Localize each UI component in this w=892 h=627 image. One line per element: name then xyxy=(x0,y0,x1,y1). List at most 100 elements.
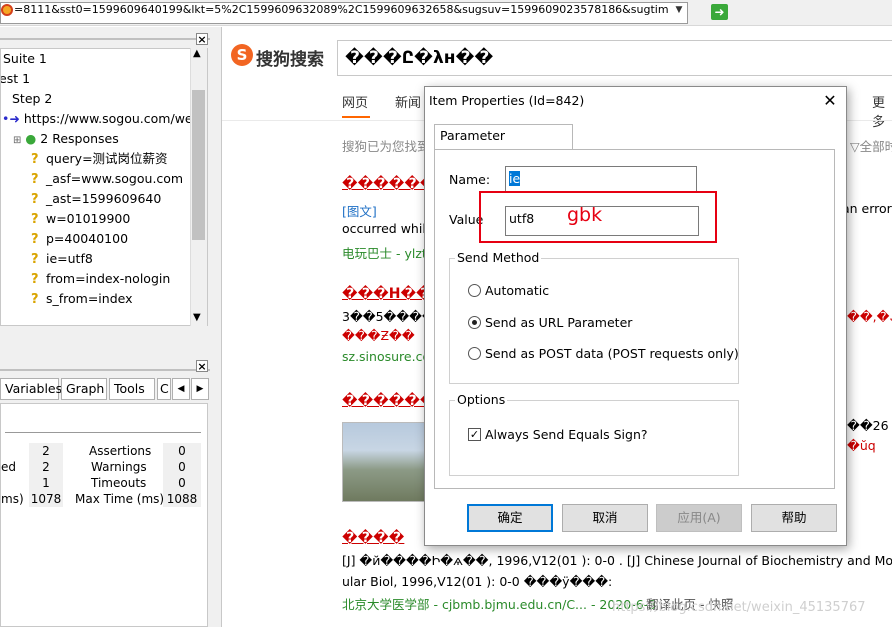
tab-more[interactable]: C xyxy=(157,378,171,400)
name-value: ie xyxy=(509,171,521,186)
question-mark-icon: ? xyxy=(31,172,39,187)
stat-label: Max Time (ms) xyxy=(75,492,165,506)
tab-variables[interactable]: Variables xyxy=(0,378,62,400)
result-source[interactable]: sz.sinosure.co xyxy=(342,349,430,364)
stat-label: Assertions xyxy=(89,444,152,458)
tree-item-responses[interactable]: ⊞ ● 2 Responses xyxy=(13,129,119,149)
result-title[interactable]: ������ xyxy=(342,176,436,192)
chevron-down-icon[interactable]: ▼ xyxy=(671,1,687,19)
tree-item-label: Step 2 xyxy=(12,91,53,106)
result-source[interactable]: 北京大学医学部 - cjbmb.bjmu.edu.cn/C... - 2020-… xyxy=(342,594,656,613)
nav-active-indicator xyxy=(342,116,370,118)
name-label: Name: xyxy=(449,172,491,187)
nav-item-web[interactable]: 网页 xyxy=(342,92,368,111)
ok-button[interactable]: 确定 xyxy=(467,504,553,532)
result-snippet: occurred while xyxy=(342,221,434,236)
tree-item-param[interactable]: ? w=01019900 xyxy=(31,209,130,229)
sogou-logo-text: 搜狗搜索 xyxy=(256,50,324,70)
tree-item-step[interactable]: Step 2 xyxy=(12,89,52,109)
close-icon[interactable]: × xyxy=(196,33,208,45)
result-snippet: 3��5���� xyxy=(342,309,435,324)
panel-grip xyxy=(0,38,210,40)
result-snippet: ��26 xyxy=(847,418,889,433)
stat-label: ed xyxy=(1,460,16,474)
stat-value: 2 xyxy=(29,459,63,475)
tree-item-label: 2 Responses xyxy=(40,131,119,146)
result-tag: [图文] xyxy=(342,204,377,219)
nav-item-more[interactable]: 更多 xyxy=(872,92,892,130)
close-icon[interactable]: ✕ xyxy=(822,91,838,110)
options-title: Options xyxy=(455,392,508,407)
close-icon[interactable]: × xyxy=(196,360,208,372)
filter-icon: ▽ xyxy=(850,139,860,154)
dialog-title: Item Properties (Id=842) xyxy=(429,93,585,108)
question-mark-icon: ? xyxy=(31,272,39,287)
tree-item-param[interactable]: ? _asf=www.sogou.com xyxy=(31,169,183,189)
filter-link[interactable]: ▽全部时 xyxy=(850,136,892,155)
tree-item-param[interactable]: ? p=40040100 xyxy=(31,229,128,249)
apply-button[interactable]: 应用(A) xyxy=(656,504,742,532)
tree-scroll-thumb[interactable] xyxy=(192,90,205,240)
help-button[interactable]: 帮助 xyxy=(751,504,837,532)
radio-label[interactable]: Send as POST data (POST requests only) xyxy=(485,346,739,361)
statistics-panel: 2 Assertions 0 ed 2 Warnings 0 1 Timeout… xyxy=(0,403,208,627)
stat-label: Warnings xyxy=(91,460,147,474)
tree-item-label: from=index-nologin xyxy=(45,271,171,286)
stat-label: Timeouts xyxy=(91,476,147,490)
panel-grip xyxy=(0,369,210,371)
tree-item-label: p=40040100 xyxy=(45,231,129,246)
result-title[interactable]: ���Н�� xyxy=(342,286,432,302)
stat-value: 1088 xyxy=(163,491,201,507)
radio-post-data[interactable] xyxy=(468,347,481,360)
result-snippet: [J] �й����Ի�ѧ��, 1996,V12(01 ): 0-0 . [J… xyxy=(342,553,892,568)
result-thumbnail-image[interactable] xyxy=(342,422,428,502)
tree-item-request[interactable]: •➜ https://www.sogou.com/wel xyxy=(2,109,196,129)
tab-graph[interactable]: Graph xyxy=(61,378,107,400)
radio-url-parameter[interactable] xyxy=(468,316,481,329)
divider xyxy=(5,432,201,433)
name-field[interactable]: ie xyxy=(505,166,697,192)
tree-item-param[interactable]: ? _ast=1599609640 xyxy=(31,189,161,209)
cancel-button[interactable]: 取消 xyxy=(562,504,648,532)
stat-value: 2 xyxy=(29,443,63,459)
tree-item-label: s_from=index xyxy=(45,291,133,306)
tree-item-param[interactable]: ? query=测试岗位薪资 xyxy=(31,149,168,169)
result-snippet: ���Ƶ�� xyxy=(342,328,415,343)
status-dot-icon: ● xyxy=(25,131,37,146)
radio-automatic[interactable] xyxy=(468,284,481,297)
stat-value: 1078 xyxy=(29,491,63,507)
always-send-checkbox[interactable]: ✓ xyxy=(468,428,481,441)
scroll-down-icon[interactable]: ▼ xyxy=(193,312,201,323)
tree-item-test[interactable]: est 1 xyxy=(0,69,31,89)
tab-parameter-properties[interactable]: Parameter Properties xyxy=(434,124,573,165)
tab-tools[interactable]: Tools xyxy=(109,378,155,400)
result-source[interactable]: 电玩巴士 - ylzt xyxy=(342,243,427,262)
filter-label: 全部时 xyxy=(859,139,892,154)
expand-icon[interactable]: ⊞ xyxy=(13,135,21,146)
tree-item-param[interactable]: ? s_from=index xyxy=(31,289,133,309)
question-mark-icon: ? xyxy=(31,152,39,167)
radio-label[interactable]: Send as URL Parameter xyxy=(485,315,632,330)
nav-item-news[interactable]: 新闻 xyxy=(395,92,421,111)
tab-scroll-right-icon[interactable]: ▶ xyxy=(191,378,209,400)
tree-item-label: Suite 1 xyxy=(3,51,47,66)
stat-value: 1 xyxy=(29,475,63,491)
result-snippet: an error xyxy=(842,201,892,216)
tree-item-label: w=01019900 xyxy=(45,211,131,226)
result-snippet: �ŭq xyxy=(847,438,876,453)
radio-label[interactable]: Automatic xyxy=(485,283,549,298)
browser-icon xyxy=(1,4,13,16)
watermark-text: https://blog.csdn.net/weixin_45135767 xyxy=(612,600,866,615)
item-properties-dialog: Item Properties (Id=842) ✕ Parameter Pro… xyxy=(424,86,847,546)
scroll-up-icon[interactable]: ▲ xyxy=(193,48,201,59)
tree-item-suite[interactable]: Suite 1 xyxy=(3,49,47,69)
checkbox-label[interactable]: Always Send Equals Sign? xyxy=(485,427,648,442)
go-arrow-icon[interactable]: ➜ xyxy=(711,4,728,20)
tree-item-param[interactable]: ? from=index-nologin xyxy=(31,269,170,289)
result-title[interactable]: ������ xyxy=(342,393,436,409)
tree-item-label: est 1 xyxy=(0,71,31,86)
tab-scroll-left-icon[interactable]: ◀ xyxy=(172,378,190,400)
result-title[interactable]: ���� xyxy=(342,530,404,546)
send-method-title: Send Method xyxy=(455,250,542,265)
tree-item-param[interactable]: ? ie=utf8 xyxy=(31,249,93,269)
